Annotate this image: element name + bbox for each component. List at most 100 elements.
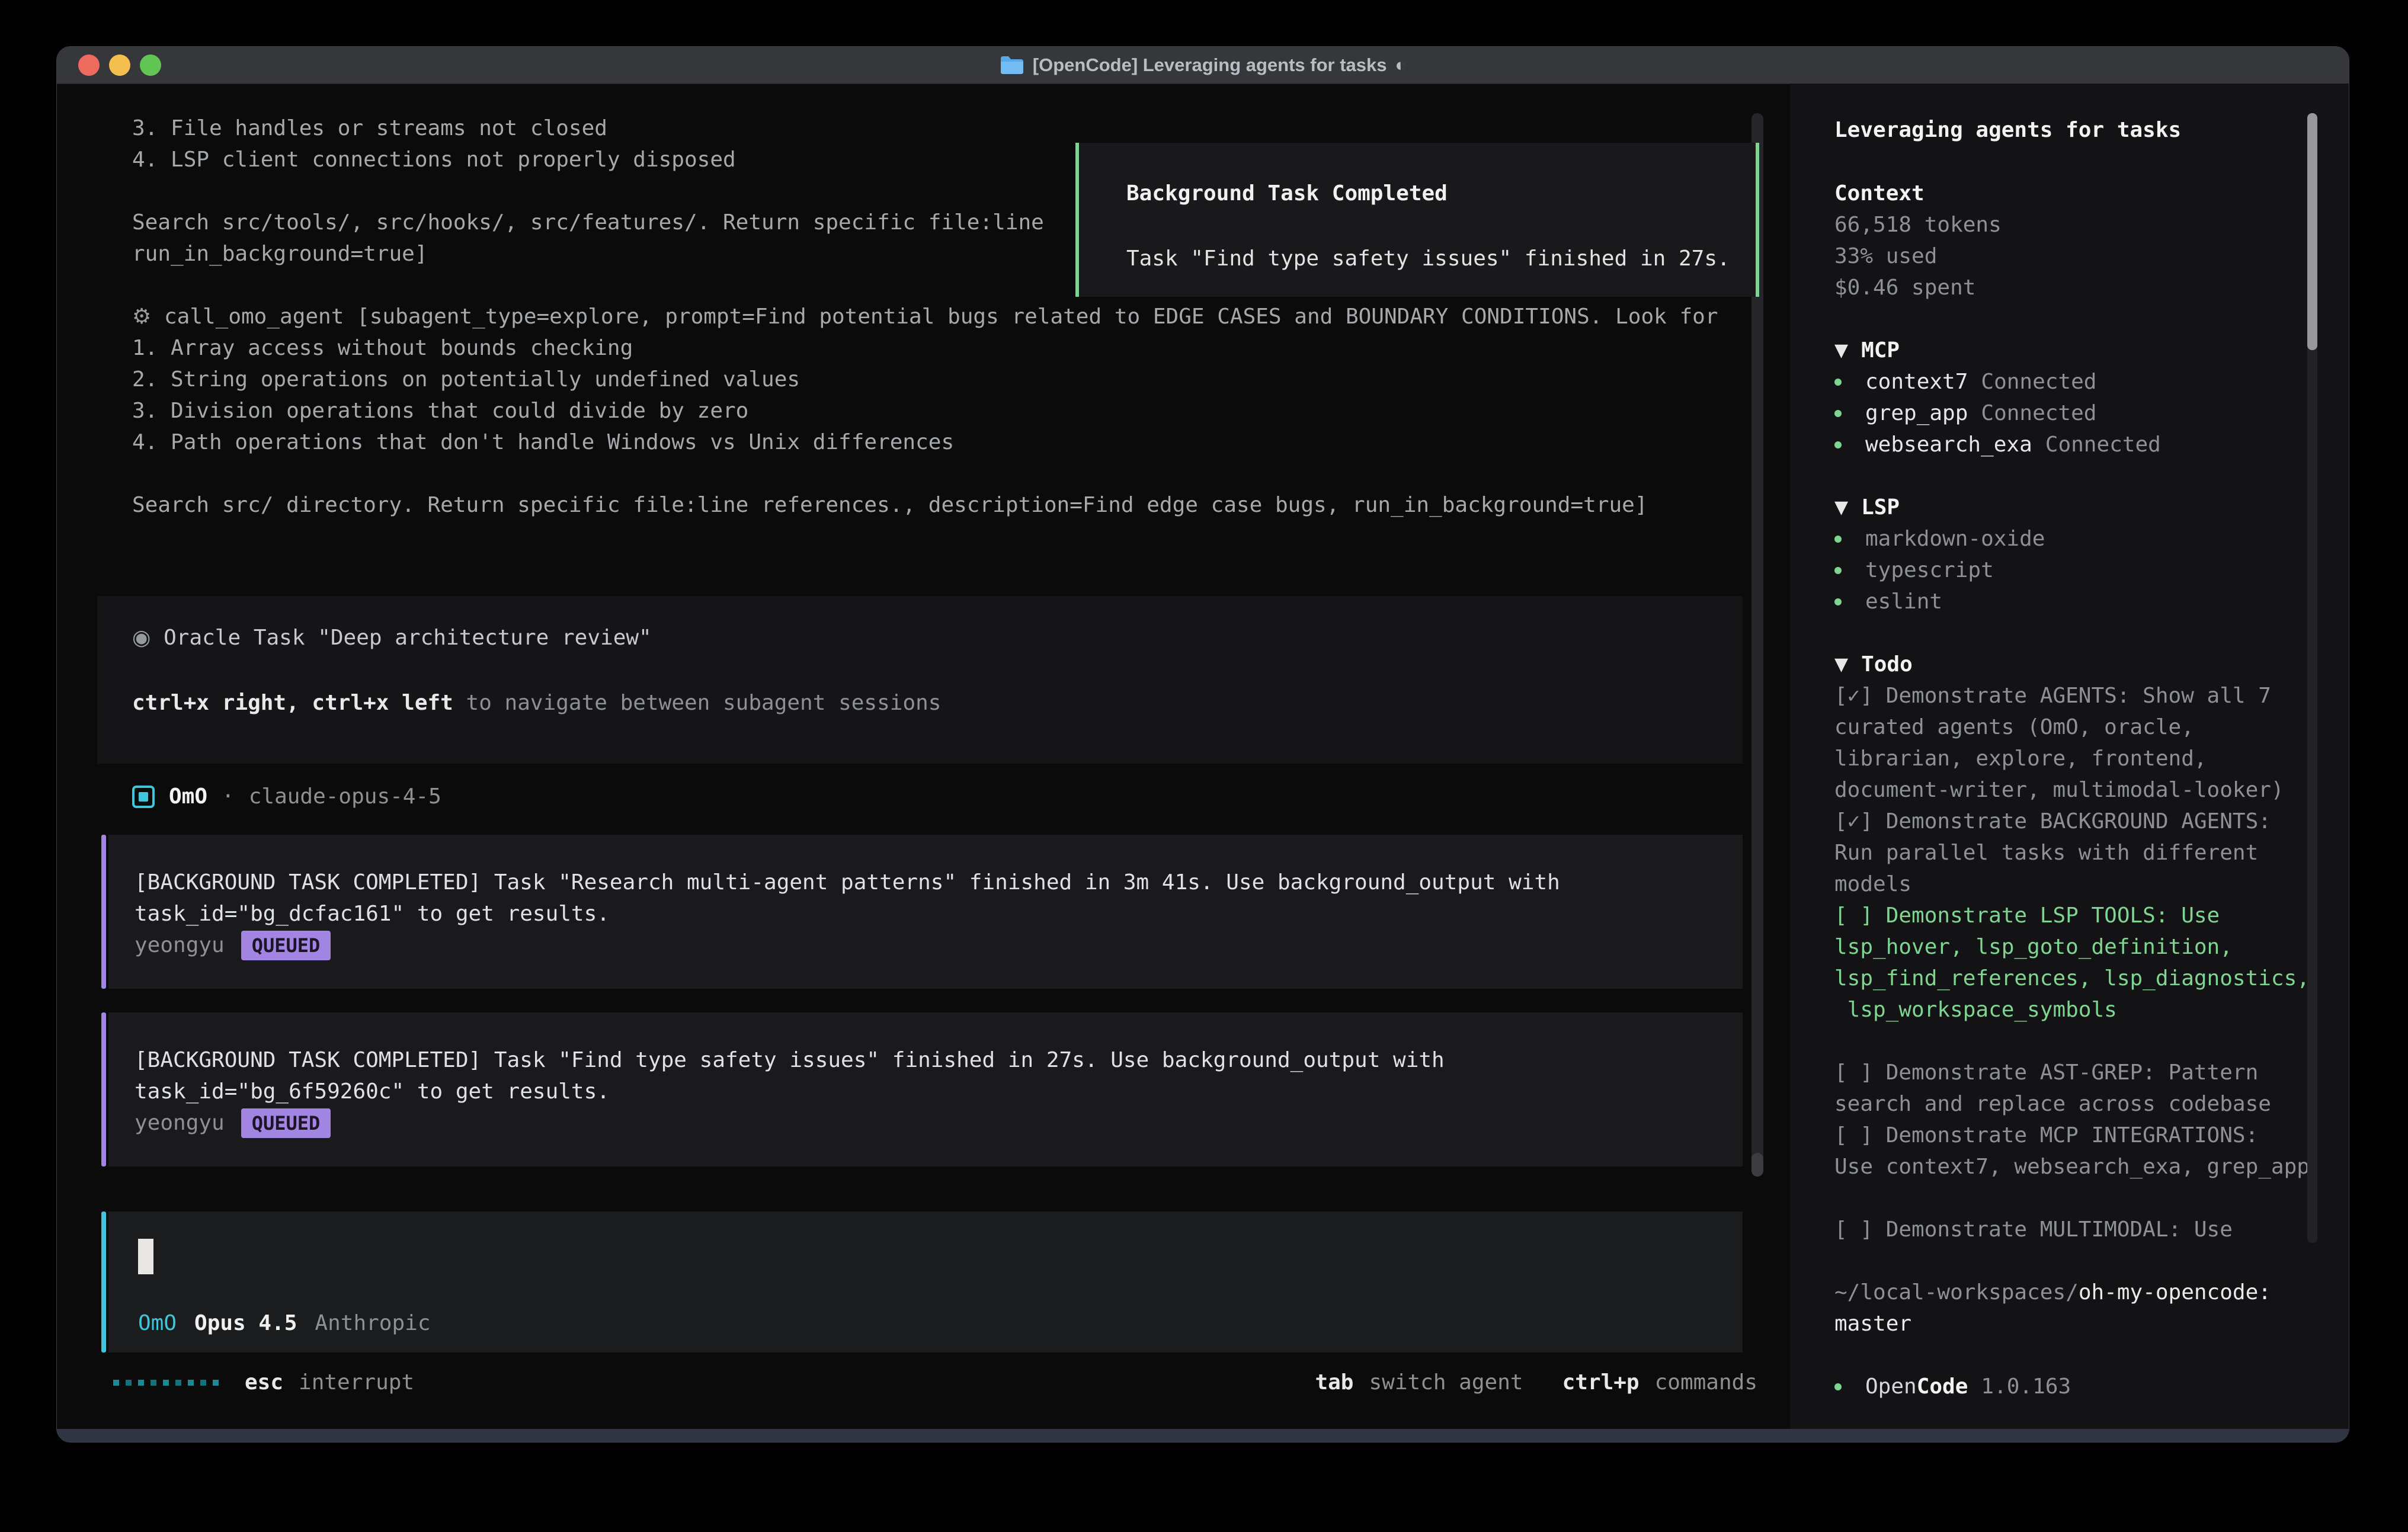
background-task-toast: Background Task Completed Task "Find typ… (1075, 143, 1759, 297)
message-accent-bar (101, 1012, 106, 1166)
maximize-button[interactable] (140, 55, 161, 76)
lsp-item: eslint (1834, 586, 2045, 617)
session-title: Leveraging agents for tasks (1834, 114, 2181, 146)
status-dot-icon (1834, 598, 1842, 605)
todo-line (1834, 1245, 2310, 1277)
mcp-item: context7 Connected (1834, 366, 2161, 398)
mcp-item: websearch_exa Connected (1834, 429, 2161, 460)
status-dot-icon (1834, 379, 1842, 386)
mcp-section: ▼ MCP context7 Connected grep_app Connec… (1834, 335, 2161, 460)
log-line: 3. Division operations that could divide… (132, 395, 1718, 427)
agent-name: OmO (169, 781, 207, 812)
separator-dot: · (222, 781, 235, 812)
tab-key-hint: tab (1315, 1367, 1353, 1398)
status-right: tab switch agent ctrl+p commands (1315, 1367, 1757, 1398)
sidebar-scrollbar-thumb[interactable] (2307, 113, 2317, 350)
minimize-button[interactable] (109, 55, 130, 76)
omo-agent-icon (132, 786, 155, 808)
log-line: 1. Array access without bounds checking (132, 332, 1718, 364)
context-tokens: 66,518 tokens (1834, 209, 2002, 241)
status-dot-icon (1834, 536, 1842, 543)
sidebar: Leveraging agents for tasks Context 66,5… (1790, 84, 2349, 1430)
status-bar: esc interrupt tab switch agent ctrl+p co… (113, 1367, 1757, 1398)
todo-line: librarian, explore, frontend, (1834, 743, 2310, 774)
app-window: [OpenCode] Leveraging agents for tasks ◐… (56, 46, 2349, 1443)
folder-icon (1000, 55, 1024, 75)
status-dot-icon (1834, 441, 1842, 448)
lsp-section-header[interactable]: ▼ LSP (1834, 492, 2045, 523)
spinner-dots-icon (113, 1380, 219, 1386)
todo-line-active: lsp_hover, lsp_goto_definition, (1834, 931, 2310, 963)
text-cursor (138, 1239, 153, 1274)
todo-section: ▼ Todo [✓] Demonstrate AGENTS: Show all … (1834, 649, 2310, 1402)
todo-line: [ ] Demonstrate MCP INTEGRATIONS: (1834, 1120, 2310, 1151)
todo-line (1834, 1025, 2310, 1057)
todo-line-active: [ ] Demonstrate LSP TOOLS: Use (1834, 900, 2310, 931)
workspace-branch: master (1834, 1308, 2310, 1339)
collapse-triangle-icon: ▼ (1834, 335, 1848, 366)
half-circle-icon: ◐ (1395, 55, 1407, 76)
context-used: 33% used (1834, 241, 2002, 272)
window-title: [OpenCode] Leveraging agents for tasks ◐ (1000, 55, 1406, 76)
todo-line (1834, 1339, 2310, 1371)
todo-line: Use context7, websearch_exa, grep_app (1834, 1151, 2310, 1182)
context-spent: $0.46 spent (1834, 272, 2002, 303)
todo-line-active: lsp_find_references, lsp_diagnostics, (1834, 963, 2310, 994)
log-line (132, 458, 1718, 489)
todo-section-header[interactable]: ▼ Todo (1834, 649, 2310, 680)
tab-key-label: switch agent (1369, 1367, 1523, 1398)
close-button[interactable] (78, 55, 100, 76)
log-line: 2. String operations on potentially unde… (132, 364, 1718, 395)
agent-model: claude-opus-4-5 (249, 781, 441, 812)
version-row: OpenCode 1.0.163 (1834, 1371, 2310, 1402)
esc-key-hint: esc (245, 1367, 283, 1398)
todo-line: [ ] Demonstrate AST-GREP: Pattern (1834, 1057, 2310, 1088)
window-bottom-bar (57, 1429, 2349, 1442)
input-meta: OmO Opus 4.5 Anthropic (138, 1307, 431, 1339)
todo-line (1834, 1182, 2310, 1214)
ctrlp-key-label: commands (1655, 1367, 1757, 1398)
log-line: 3. File handles or streams not closed (132, 113, 1718, 144)
todo-line: [✓] Demonstrate AGENTS: Show all 7 (1834, 680, 2310, 711)
input-provider-name: Anthropic (315, 1307, 430, 1339)
prompt-input[interactable]: OmO Opus 4.5 Anthropic (108, 1212, 1743, 1352)
status-dot-icon (1834, 567, 1842, 574)
message-accent-bar (101, 835, 106, 989)
log-line-tool-call: ⚙ call_omo_agent [subagent_type=explore,… (132, 301, 1718, 332)
background-task-message: [BACKGROUND TASK COMPLETED] Task "Find t… (108, 1012, 1743, 1166)
input-agent-name: OmO (138, 1307, 177, 1339)
todo-line: Run parallel tasks with different (1834, 837, 2310, 868)
main-scrollbar-thumb[interactable] (1751, 1153, 1763, 1177)
log-line: 4. Path operations that don't handle Win… (132, 427, 1718, 458)
workspace-path: ~/local-workspaces/oh-my-opencode: (1834, 1277, 2310, 1308)
todo-line: curated agents (OmO, oracle, (1834, 711, 2310, 743)
collapse-triangle-icon: ▼ (1834, 492, 1848, 523)
esc-key-label: interrupt (299, 1367, 414, 1398)
gear-icon: ⚙ (132, 305, 151, 329)
mcp-section-header[interactable]: ▼ MCP (1834, 335, 2161, 366)
oracle-task-title: ◉ Oracle Task "Deep architecture review" (132, 622, 652, 653)
queued-badge: QUEUED (241, 931, 331, 960)
status-left: esc interrupt (113, 1367, 414, 1398)
lsp-section: ▼ LSP markdown-oxide typescript eslint (1834, 492, 2045, 617)
todo-line: models (1834, 868, 2310, 900)
todo-line: [✓] Demonstrate BACKGROUND AGENTS: (1834, 806, 2310, 837)
status-dot-icon (1834, 1383, 1842, 1390)
version-number: 1.0.163 (1981, 1371, 2071, 1402)
oracle-task-box: ◉ Oracle Task "Deep architecture review"… (97, 596, 1743, 764)
message-line2: task_id="bg_dcfac161" to get results. (135, 898, 610, 930)
oracle-task-hint: ctrl+x right, ctrl+x left to navigate be… (132, 687, 941, 719)
message-line1: [BACKGROUND TASK COMPLETED] Task "Find t… (135, 1044, 1445, 1076)
log-line: Search src/ directory. Return specific f… (132, 489, 1718, 521)
todo-line: document-writer, multimodal-looker) (1834, 774, 2310, 806)
todo-line-active: lsp_workspace_symbols (1834, 994, 2310, 1025)
mcp-item: grep_app Connected (1834, 398, 2161, 429)
background-task-message: [BACKGROUND TASK COMPLETED] Task "Resear… (108, 835, 1743, 989)
input-accent-bar (101, 1212, 106, 1352)
input-model-name: Opus 4.5 (194, 1307, 297, 1339)
queued-badge: QUEUED (241, 1108, 331, 1138)
agent-header: OmO · claude-opus-4-5 (132, 781, 441, 812)
ctrlp-key-hint: ctrl+p (1562, 1367, 1640, 1398)
todo-line: search and replace across codebase (1834, 1088, 2310, 1120)
collapse-triangle-icon: ▼ (1834, 649, 1848, 680)
